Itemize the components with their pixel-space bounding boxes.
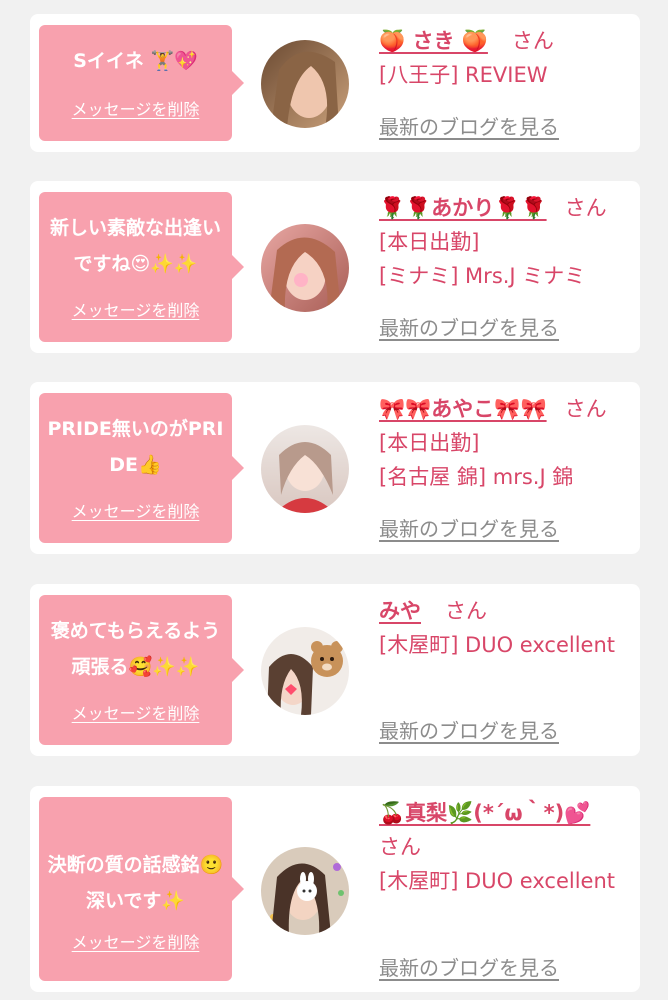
message-text: 決断の質の話感銘🙂深いです✨ xyxy=(47,854,224,912)
shop-name: [名古屋 錦] mrs.J 錦 xyxy=(379,465,574,489)
message-text: 新しい素敵な出逢いですね😍✨✨ xyxy=(49,217,221,275)
message-text: PRIDE無いのがPRIDE👍 xyxy=(47,418,224,476)
avatar-photo xyxy=(261,224,349,312)
delete-message-link[interactable]: メッセージを削除 xyxy=(39,297,232,321)
message-bubble: Sイイネ 🏋️💖 メッセージを削除 xyxy=(39,25,244,141)
avatar-photo xyxy=(261,40,349,128)
girl-name-link[interactable]: 🍒真梨🌿(*´ω｀*)💕 xyxy=(379,801,590,825)
name-line: 🍒真梨🌿(*´ω｀*)💕 さん xyxy=(379,796,617,864)
message-bubble: PRIDE無いのがPRIDE👍 メッセージを削除 xyxy=(39,393,244,543)
girl-info: みや さん [木屋町] DUO excellent xyxy=(379,594,617,662)
delete-message-link[interactable]: メッセージを削除 xyxy=(39,96,232,120)
girl-info: 🍑 さき 🍑 さん [八王子] REVIEW xyxy=(379,24,617,92)
latest-blog-link[interactable]: 最新のブログを見る xyxy=(379,111,559,140)
latest-blog-link[interactable]: 最新のブログを見る xyxy=(379,952,559,981)
shop-name: [ミナミ] Mrs.J ミナミ xyxy=(379,264,586,288)
avatar[interactable] xyxy=(261,847,349,935)
honorific: さん xyxy=(445,599,487,623)
message-text: 褒めてもらえるよう頑張る🥰✨✨ xyxy=(50,620,221,678)
latest-blog-link[interactable]: 最新のブログを見る xyxy=(379,312,559,341)
message-card: 褒めてもらえるよう頑張る🥰✨✨ メッセージを削除 みや さん [木屋町] DUO … xyxy=(30,584,640,756)
avatar-photo xyxy=(261,847,349,935)
avatar[interactable] xyxy=(261,627,349,715)
message-bubble: 決断の質の話感銘🙂深いです✨ メッセージを削除 xyxy=(39,797,244,981)
name-line: 🍑 さき 🍑 さん xyxy=(379,24,617,58)
avatar[interactable] xyxy=(261,224,349,312)
latest-blog-link[interactable]: 最新のブログを見る xyxy=(379,513,559,542)
message-text: Sイイネ 🏋️💖 xyxy=(73,50,198,72)
girl-info: 🌹🌹あかり🌹🌹 さん[本日出勤] [ミナミ] Mrs.J ミナミ xyxy=(379,191,617,293)
shop-name: [木屋町] DUO excellent xyxy=(379,869,616,893)
message-card: PRIDE無いのがPRIDE👍 メッセージを削除 🎀🎀あやこ🎀🎀 さん[本日出勤… xyxy=(30,382,640,554)
message-card: 決断の質の話感銘🙂深いです✨ メッセージを削除 🍒真梨🌿(*´ω｀*)💕 さん xyxy=(30,786,640,992)
honorific: さん xyxy=(379,835,421,859)
message-card: 新しい素敵な出逢いですね😍✨✨ メッセージを削除 🌹🌹あかり🌹🌹 さん[本日出勤… xyxy=(30,181,640,353)
honorific: さん xyxy=(511,29,554,53)
shop-name: [木屋町] DUO excellent xyxy=(379,633,616,657)
name-line: みや さん xyxy=(379,594,617,628)
girl-info: 🎀🎀あやこ🎀🎀 さん[本日出勤] [名古屋 錦] mrs.J 錦 xyxy=(379,392,617,494)
delete-message-link[interactable]: メッセージを削除 xyxy=(39,498,232,522)
delete-message-link[interactable]: メッセージを削除 xyxy=(39,700,232,724)
message-bubble: 褒めてもらえるよう頑張る🥰✨✨ メッセージを削除 xyxy=(39,595,244,745)
girl-name-link[interactable]: 🌹🌹あかり🌹🌹 xyxy=(379,196,547,220)
avatar[interactable] xyxy=(261,40,349,128)
avatar[interactable] xyxy=(261,425,349,513)
latest-blog-link[interactable]: 最新のブログを見る xyxy=(379,715,559,744)
delete-message-link[interactable]: メッセージを削除 xyxy=(39,929,232,953)
girl-info: 🍒真梨🌿(*´ω｀*)💕 さん [木屋町] DUO excellent xyxy=(379,796,617,898)
name-line: 🎀🎀あやこ🎀🎀 さん[本日出勤] xyxy=(379,392,617,460)
girl-name-link[interactable]: みや xyxy=(379,599,421,623)
message-card: Sイイネ 🏋️💖 メッセージを削除 🍑 さき 🍑 さん [八王子] REVIEW… xyxy=(30,14,640,152)
avatar-photo xyxy=(261,627,349,715)
avatar-photo xyxy=(261,425,349,513)
message-bubble: 新しい素敵な出逢いですね😍✨✨ メッセージを削除 xyxy=(39,192,244,342)
message-list: Sイイネ 🏋️💖 メッセージを削除 🍑 さき 🍑 さん [八王子] REVIEW… xyxy=(0,0,668,1000)
girl-name-link[interactable]: 🍑 さき 🍑 xyxy=(379,29,488,53)
girl-name-link[interactable]: 🎀🎀あやこ🎀🎀 xyxy=(379,397,547,421)
shop-name: [八王子] REVIEW xyxy=(379,63,548,87)
name-line: 🌹🌹あかり🌹🌹 さん[本日出勤] xyxy=(379,191,617,259)
